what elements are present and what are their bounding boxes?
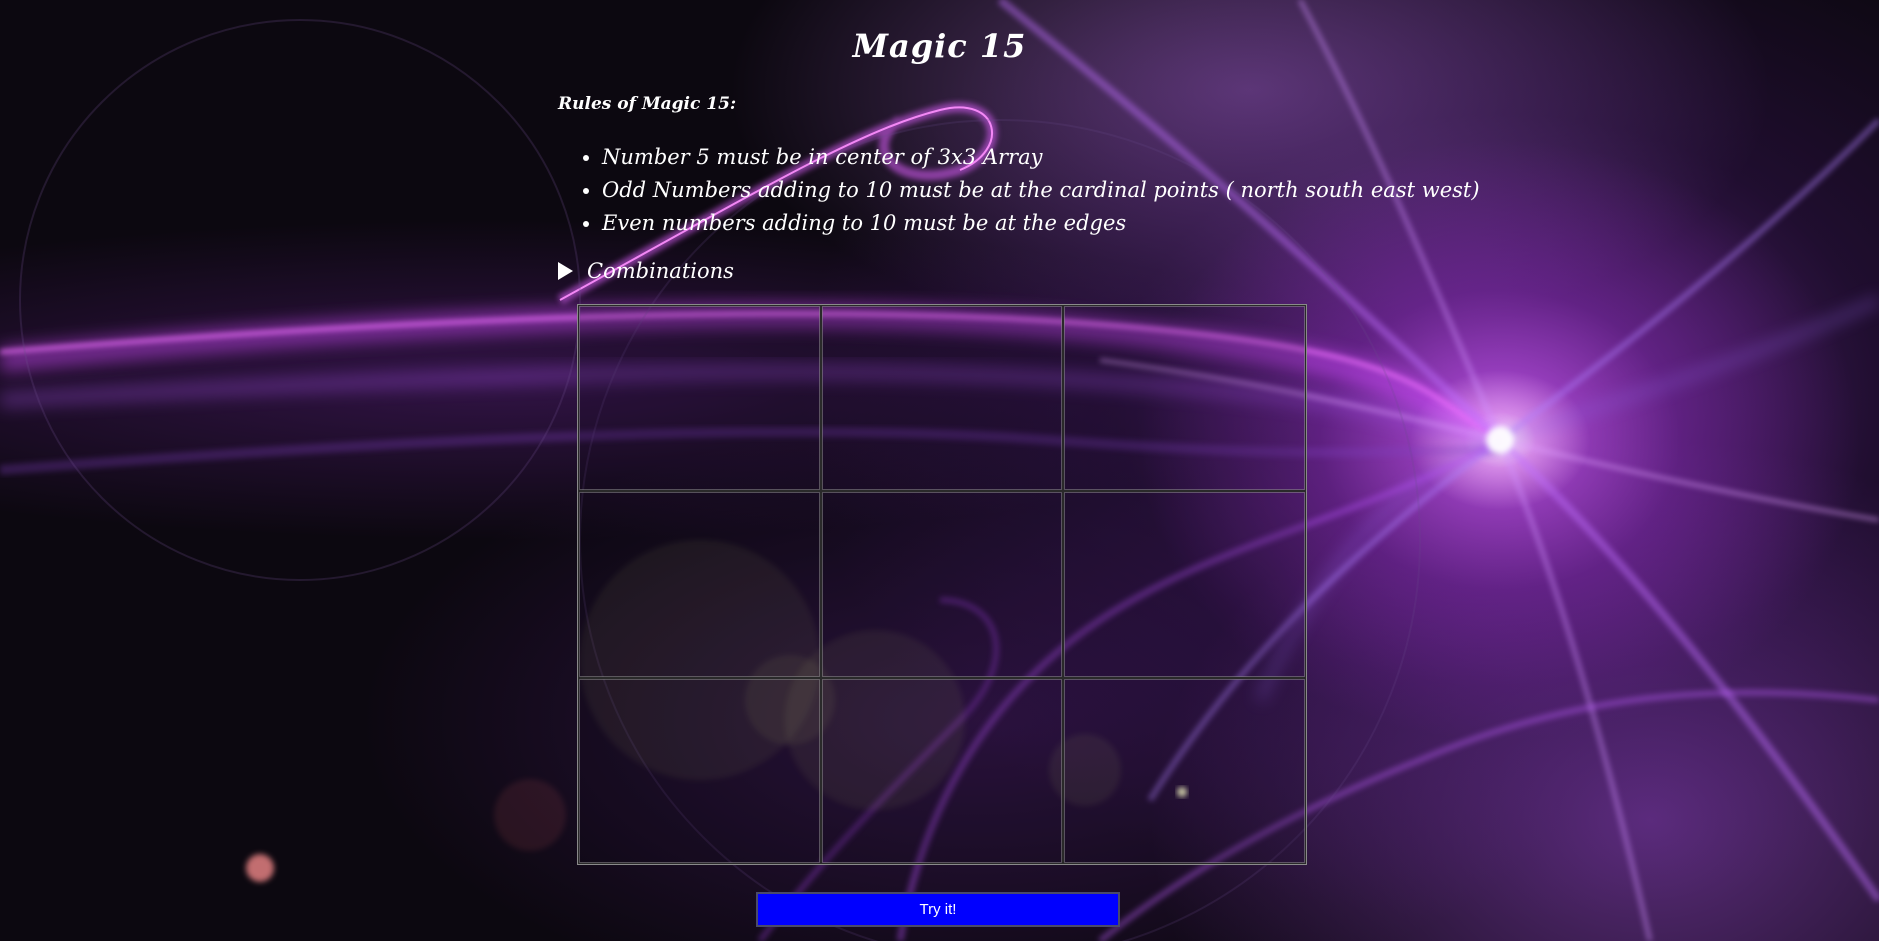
board-cell-3-3[interactable] [1063, 677, 1306, 864]
board-cell-1-3[interactable] [1063, 305, 1306, 492]
combinations-label: Combinations [587, 259, 734, 283]
board-cell-3-2[interactable] [820, 677, 1064, 864]
board-cell-2-2[interactable] [820, 491, 1064, 678]
page-title: Magic 15 [852, 27, 1027, 66]
board-cell-2-3[interactable] [1063, 491, 1306, 678]
board-cell-1-2[interactable] [820, 305, 1064, 492]
combinations-toggle[interactable]: Combinations [558, 259, 734, 283]
rules-list: Number 5 must be in center of 3x3 Array … [558, 141, 1480, 240]
rule-item: Even numbers adding to 10 must be at the… [602, 207, 1480, 240]
board-cell-2-1[interactable] [578, 491, 821, 678]
disclosure-triangle-right-icon [558, 262, 573, 280]
rule-item: Number 5 must be in center of 3x3 Array [602, 141, 1480, 174]
board-cell-3-1[interactable] [578, 677, 821, 864]
try-it-button[interactable]: Try it! [756, 892, 1120, 927]
board-cell-1-1[interactable] [578, 305, 821, 492]
rules-heading: Rules of Magic 15: [558, 94, 737, 114]
magic-square-board [577, 304, 1307, 865]
rule-item: Odd Numbers adding to 10 must be at the … [602, 174, 1480, 207]
